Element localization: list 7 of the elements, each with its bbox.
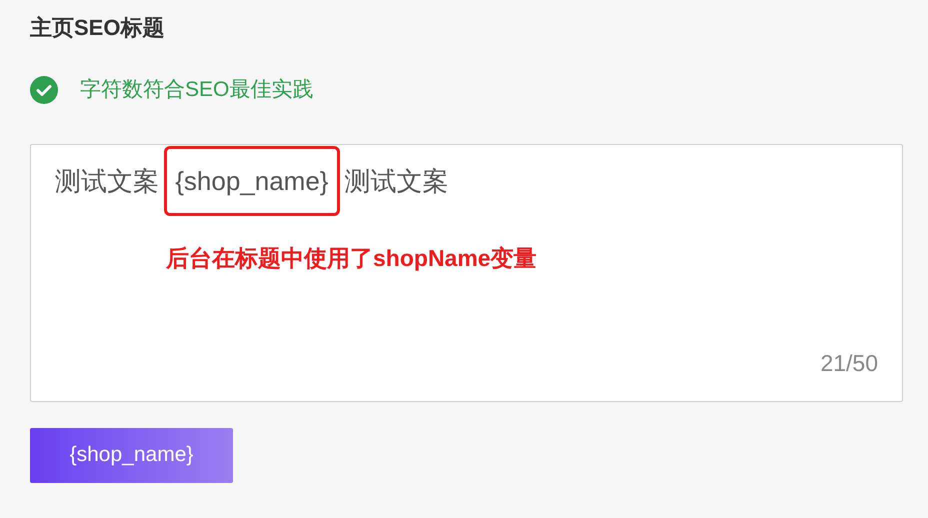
character-counter: 21/50 — [820, 349, 878, 378]
annotation-text: 后台在标题中使用了shopName变量 — [166, 244, 537, 273]
title-text: 测试文案 {shop_name} 测试文案 — [55, 166, 449, 196]
status-message: 字符数符合SEO最佳实践 — [80, 77, 314, 103]
text-area[interactable]: 测试文案 {shop_name} 测试文案 后台在标题中使用了shopName变量 21/50 — [30, 144, 903, 402]
variable-button[interactable]: {shop_name} — [30, 428, 233, 482]
section-title: 主页SEO标题 — [30, 14, 166, 42]
